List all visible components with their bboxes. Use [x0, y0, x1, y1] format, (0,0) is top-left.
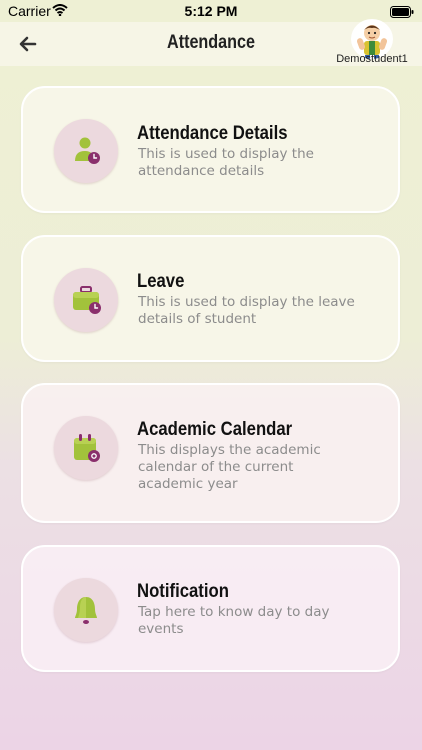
- page-title: Attendance: [167, 32, 255, 53]
- person-clock-icon: [75, 137, 100, 164]
- suitcase-clock-icon: [73, 286, 101, 314]
- icon-circle: [54, 268, 118, 332]
- card-description: Tap here to know day to day events: [138, 604, 330, 637]
- card-description: This is used to display the leave detail…: [138, 294, 355, 327]
- card-title: Attendance Details: [137, 123, 288, 144]
- status-bar: Carrier 5:12 PM: [0, 0, 422, 22]
- academic-calendar-card[interactable]: Academic Calendar This displays the acad…: [21, 383, 400, 523]
- card-title: Academic Calendar: [137, 419, 293, 440]
- leave-card[interactable]: Leave This is used to display the leave …: [21, 235, 400, 362]
- icon-circle: [54, 416, 118, 480]
- battery-icon: [390, 5, 414, 21]
- attendance-details-card[interactable]: Attendance Details This is used to displ…: [21, 86, 400, 213]
- icon-circle: [54, 119, 118, 183]
- username-label: Demostudent1: [336, 53, 408, 65]
- card-title: Leave: [137, 271, 185, 292]
- card-description: This is used to display the attendance d…: [138, 146, 314, 179]
- icon-circle: [54, 578, 118, 642]
- status-time: 5:12 PM: [184, 3, 238, 19]
- calendar-icon: [74, 434, 100, 462]
- bell-icon: [75, 597, 97, 624]
- notification-card[interactable]: Notification Tap here to know day to day…: [21, 545, 400, 672]
- card-title: Notification: [137, 581, 229, 602]
- card-description: This displays the academic calendar of t…: [138, 442, 321, 492]
